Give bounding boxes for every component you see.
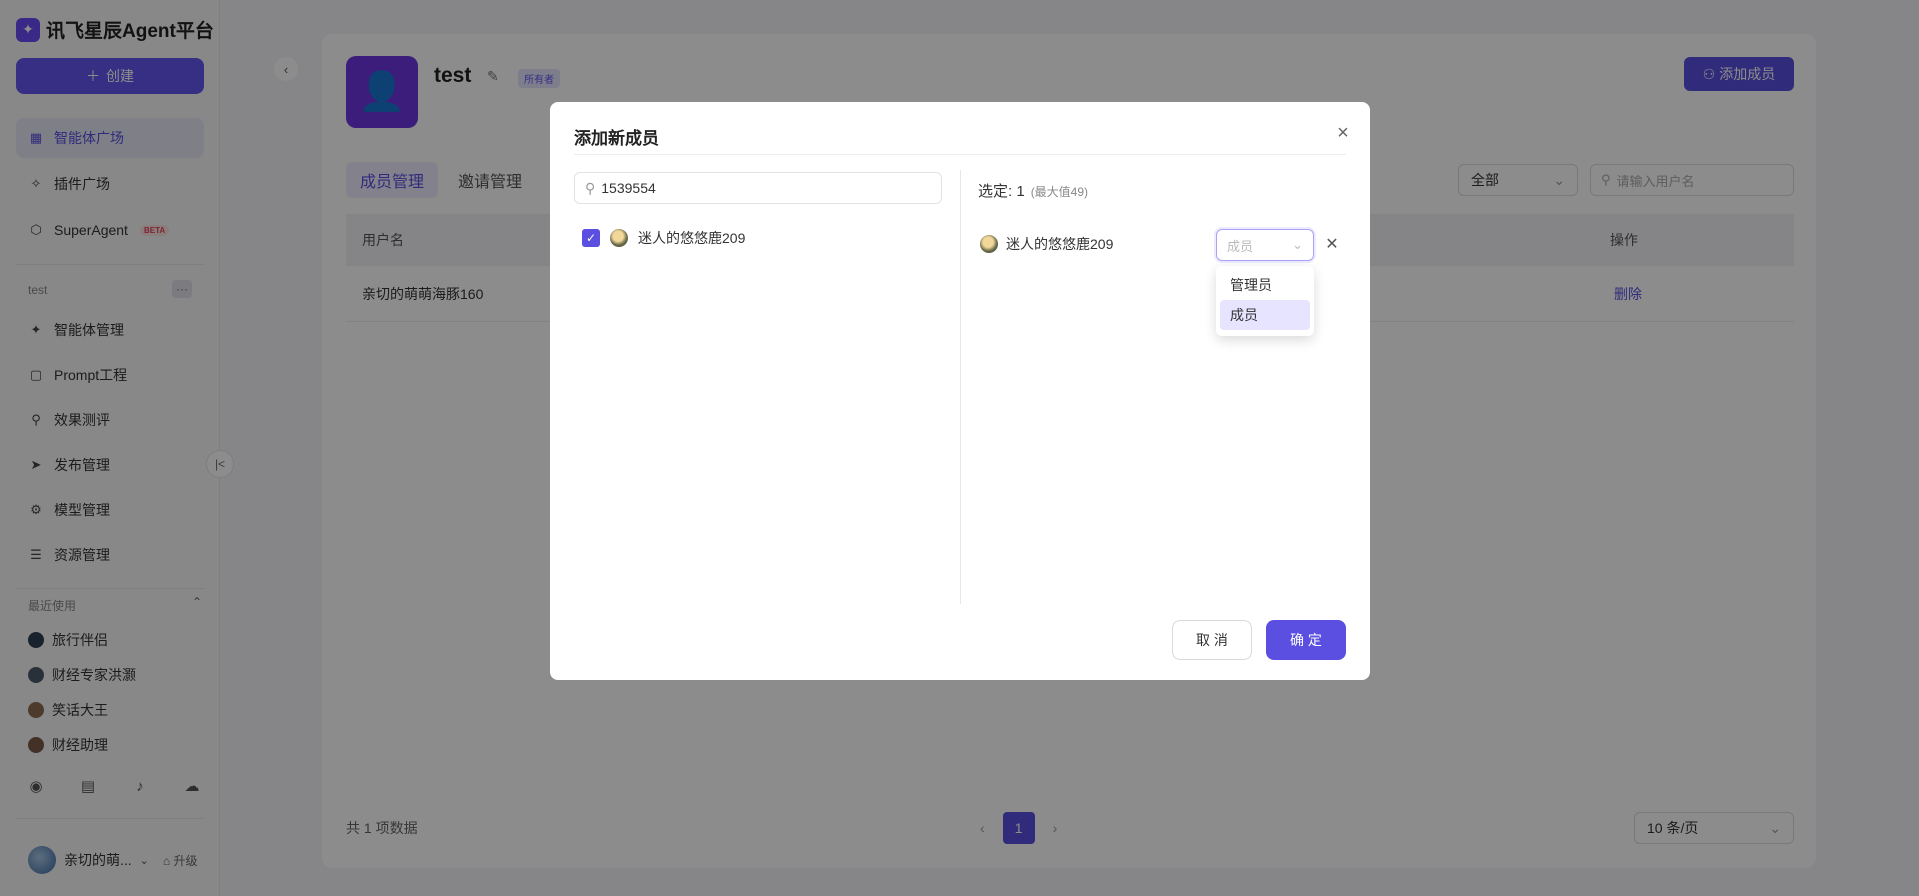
role-option-admin[interactable]: 管理员	[1220, 270, 1310, 300]
search-icon: ⚲	[585, 179, 596, 196]
selected-member-item: 迷人的悠悠鹿209	[980, 234, 1113, 254]
role-select[interactable]: 成员 ⌄	[1216, 229, 1314, 261]
remove-icon[interactable]: ✕	[1322, 234, 1342, 254]
member-search-input[interactable]: ⚲ 1539554	[574, 172, 942, 204]
role-option-member[interactable]: 成员	[1220, 300, 1310, 330]
avatar	[610, 229, 628, 247]
divider	[574, 154, 1346, 155]
role-select-value: 成员	[1227, 238, 1254, 254]
confirm-button[interactable]: 确 定	[1266, 620, 1346, 660]
result-name: 迷人的悠悠鹿209	[638, 230, 746, 246]
checkbox[interactable]: ✓	[582, 229, 600, 247]
role-dropdown: 管理员 成员	[1216, 266, 1314, 336]
selected-count: 选定: 1 (最大值49)	[978, 180, 1088, 201]
selected-label: 选定: 1	[978, 183, 1025, 200]
add-member-modal: 添加新成员 × ⚲ 1539554 ✓ 迷人的悠悠鹿209 选定: 1 (最大值…	[550, 102, 1370, 680]
search-value: 1539554	[601, 180, 656, 196]
avatar	[980, 235, 998, 253]
chevron-down-icon: ⌄	[1292, 237, 1303, 252]
close-icon[interactable]: ×	[1332, 122, 1354, 144]
selected-max: (最大值49)	[1030, 185, 1089, 199]
search-result-item[interactable]: ✓ 迷人的悠悠鹿209	[582, 228, 745, 248]
cancel-button[interactable]: 取 消	[1172, 620, 1252, 660]
selected-name: 迷人的悠悠鹿209	[1006, 236, 1114, 252]
divider	[960, 170, 961, 604]
modal-title: 添加新成员	[574, 129, 659, 148]
